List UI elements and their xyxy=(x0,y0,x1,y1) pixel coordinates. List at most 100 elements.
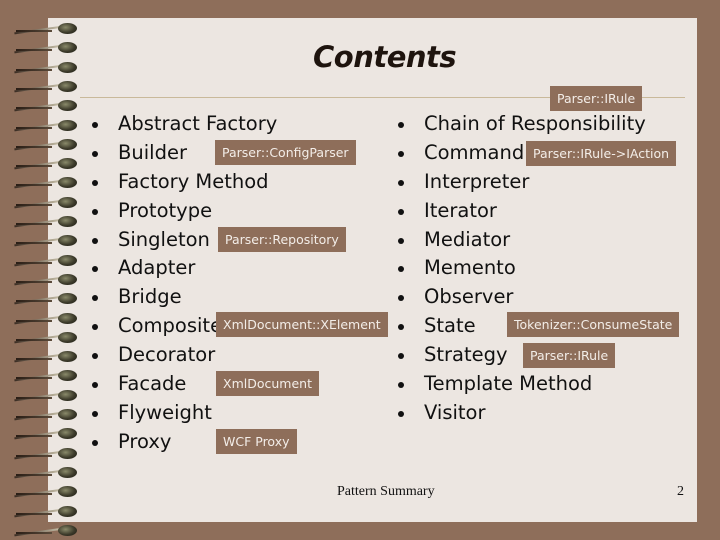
bullet-icon xyxy=(398,208,404,215)
spiral-coil-icon xyxy=(10,20,80,36)
list-item: Factory Method xyxy=(92,168,392,197)
list-item: Mediator xyxy=(398,226,698,255)
bullet-icon xyxy=(92,179,98,186)
spiral-coil-icon xyxy=(10,464,80,480)
list-item: Visitor xyxy=(398,399,698,428)
pattern-label: Decorator xyxy=(118,343,216,367)
bullet-icon xyxy=(398,150,404,157)
spiral-coil-icon xyxy=(10,155,80,171)
spiral-coil-icon xyxy=(10,136,80,152)
bullet-icon xyxy=(92,150,98,157)
spiral-coil-icon xyxy=(10,174,80,190)
bullet-icon xyxy=(398,410,404,417)
pattern-label: Composite xyxy=(118,314,223,338)
page-number: 2 xyxy=(677,484,684,499)
bullet-icon xyxy=(398,266,404,273)
header-tag: Parser::IRule xyxy=(550,86,643,111)
bullet-icon xyxy=(398,237,404,244)
list-item: Flyweight xyxy=(92,399,392,428)
bullet-icon xyxy=(92,439,98,446)
pattern-label: Strategy xyxy=(424,343,508,367)
bullet-icon xyxy=(398,324,404,331)
spiral-coil-icon xyxy=(10,59,80,75)
bullet-icon xyxy=(92,410,98,417)
pattern-label: State xyxy=(424,314,476,338)
implementation-tag: XmlDocument::XElement xyxy=(216,312,388,337)
spiral-coil-icon xyxy=(10,271,80,287)
list-item: Iterator xyxy=(398,197,698,226)
pattern-label: Template Method xyxy=(424,372,593,396)
slide-title: Contents xyxy=(313,40,457,74)
list-item: Chain of Responsibility xyxy=(398,110,698,139)
pattern-label: Bridge xyxy=(118,285,182,309)
spiral-coil-icon xyxy=(10,406,80,422)
pattern-label: Interpreter xyxy=(424,169,530,193)
spiral-coil-icon xyxy=(10,97,80,113)
pattern-label: Builder xyxy=(118,140,187,164)
bullet-icon xyxy=(92,122,98,128)
pattern-label: Observer xyxy=(424,285,514,309)
implementation-tag: Parser::IRule xyxy=(523,343,616,368)
spiral-coil-icon xyxy=(10,39,80,55)
pattern-label: Facade xyxy=(118,372,187,396)
bullet-icon xyxy=(398,179,404,186)
spiral-coil-icon xyxy=(10,348,80,364)
bullet-icon xyxy=(398,353,404,360)
implementation-tag: WCF Proxy xyxy=(216,429,297,454)
bullet-icon xyxy=(92,382,98,389)
bullet-icon xyxy=(398,122,404,128)
spiral-coil-icon xyxy=(10,194,80,210)
spiral-coil-icon xyxy=(10,387,80,403)
spiral-coil-icon xyxy=(10,329,80,345)
implementation-tag: XmlDocument xyxy=(216,371,319,396)
list-item: Observer xyxy=(398,283,698,312)
bullet-icon xyxy=(92,353,98,360)
bullet-icon xyxy=(398,382,404,389)
spiral-coil-icon xyxy=(10,425,80,441)
pattern-label: Iterator xyxy=(424,198,497,222)
pattern-label: Proxy xyxy=(118,429,172,453)
list-item: Adapter xyxy=(92,254,392,283)
spiral-coil-icon xyxy=(10,367,80,383)
implementation-tag: Parser::ConfigParser xyxy=(215,140,356,165)
spiral-binding xyxy=(0,0,90,540)
bullet-icon xyxy=(398,295,404,302)
spiral-coil-icon xyxy=(10,232,80,248)
implementation-tag: Parser::Repository xyxy=(218,227,346,252)
pattern-label: Flyweight xyxy=(118,400,212,424)
list-item: Memento xyxy=(398,254,698,283)
list-item: Abstract Factory xyxy=(92,110,392,139)
pattern-label: Mediator xyxy=(424,227,511,251)
pattern-label: Visitor xyxy=(424,400,486,424)
spiral-coil-icon xyxy=(10,522,80,538)
bullet-icon xyxy=(92,324,98,331)
pattern-label: Factory Method xyxy=(118,169,269,193)
pattern-label: Prototype xyxy=(118,198,213,222)
pattern-label: Singleton xyxy=(118,227,210,251)
spiral-coil-icon xyxy=(10,252,80,268)
list-item: Prototype xyxy=(92,197,392,226)
list-item: Template Method xyxy=(398,370,698,399)
bullet-icon xyxy=(92,295,98,302)
spiral-coil-icon xyxy=(10,445,80,461)
spiral-coil-icon xyxy=(10,503,80,519)
spiral-coil-icon xyxy=(10,117,80,133)
pattern-label: Abstract Factory xyxy=(118,112,278,135)
pattern-label: Chain of Responsibility xyxy=(424,112,646,135)
list-item: Bridge xyxy=(92,283,392,312)
spiral-coil-icon xyxy=(10,78,80,94)
spiral-coil-icon xyxy=(10,483,80,499)
list-item: Interpreter xyxy=(398,168,698,197)
spiral-coil-icon xyxy=(10,310,80,326)
footer-title: Pattern Summary xyxy=(337,484,435,499)
implementation-tag: Parser::IRule->IAction xyxy=(526,141,677,166)
list-item: Decorator xyxy=(92,341,392,370)
pattern-label: Adapter xyxy=(118,256,196,280)
spiral-coil-icon xyxy=(10,290,80,306)
implementation-tag: Tokenizer::ConsumeState xyxy=(507,312,680,337)
bullet-icon xyxy=(92,237,98,244)
bullet-icon xyxy=(92,208,98,215)
spiral-coil-icon xyxy=(10,213,80,229)
pattern-label: Command xyxy=(424,140,525,164)
pattern-label: Memento xyxy=(424,256,516,280)
